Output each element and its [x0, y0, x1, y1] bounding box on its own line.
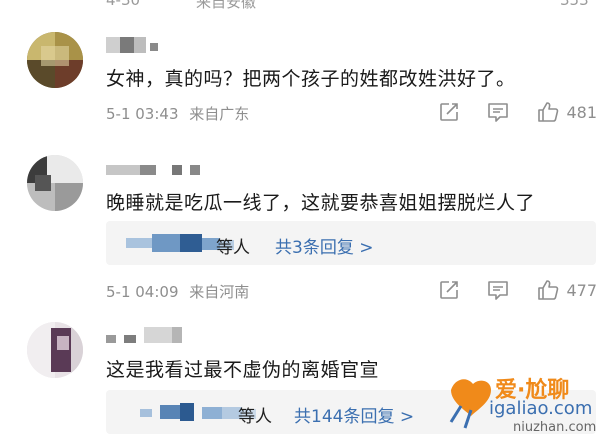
share-button[interactable]: [438, 279, 460, 301]
replies-count-link[interactable]: 共3条回复 >: [275, 233, 373, 258]
previous-location: 来自安徽: [196, 0, 257, 9]
comment-button[interactable]: [486, 101, 510, 123]
replies-box[interactable]: 等人 共3条回复 >: [106, 221, 596, 265]
comment-icon: [488, 281, 509, 300]
comment-date: 5-1 04:09: [106, 283, 179, 301]
share-icon: [440, 103, 459, 121]
share-icon: [440, 281, 459, 299]
comment-meta: 5-1 03:43 来自广东: [106, 103, 249, 124]
like-icon: [538, 102, 559, 122]
like-button[interactable]: 477: [536, 278, 597, 302]
replies-count-link[interactable]: 共144条回复 >: [294, 402, 414, 427]
comment-date: 5-1 03:43: [106, 105, 179, 123]
watermark: 爱·尬聊 igaliao.com niuzhan.com: [441, 370, 611, 440]
comment-text: 晚睡就是吃瓜一线了，这就要恭喜姐姐摆脱烂人了: [106, 192, 536, 214]
replies-tail: 等人: [238, 407, 272, 427]
avatar[interactable]: [27, 32, 83, 88]
comment-meta: 5-1 04:09 来自河南: [106, 281, 249, 302]
comment-text: 女神，真的吗？把两个孩子的姓都改姓洪好了。: [106, 68, 516, 90]
watermark-site: igaliao.com: [489, 398, 593, 419]
watermark-sub: niuzhan.com: [513, 420, 597, 435]
share-button[interactable]: [438, 101, 460, 123]
avatar[interactable]: [27, 322, 83, 378]
avatar[interactable]: [27, 155, 83, 211]
comment-location: 来自广东: [189, 105, 250, 123]
like-icon: [538, 280, 559, 300]
previous-like-count: 353: [560, 0, 589, 9]
previous-comment-meta-strip: 4-30 来自安徽 353: [0, 0, 611, 9]
comment-text: 这是我看过最不虚伪的离婚官宣: [106, 359, 380, 381]
replies-tail: 等人: [216, 238, 250, 258]
like-button[interactable]: 481: [536, 100, 597, 124]
previous-date: 4-30: [106, 0, 141, 9]
like-count: 481: [566, 102, 597, 122]
comment-button[interactable]: [486, 279, 510, 301]
comment-icon: [488, 103, 509, 122]
comment-actions: 481: [438, 100, 597, 124]
comment-location: 来自河南: [189, 283, 250, 301]
like-count: 477: [566, 280, 597, 300]
comment-actions: 477: [438, 278, 597, 302]
